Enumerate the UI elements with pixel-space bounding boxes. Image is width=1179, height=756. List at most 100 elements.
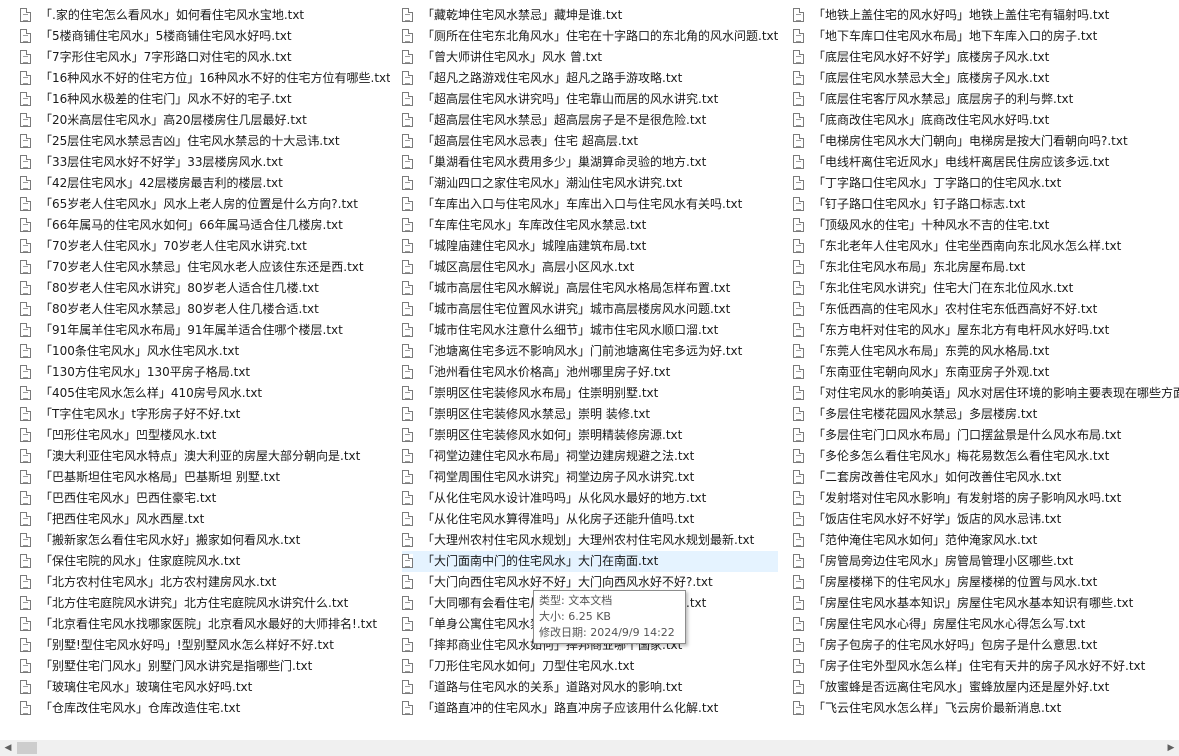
file-item[interactable]: 「饭店住宅风水好不好学」饭店的风水忌讳.txt	[793, 509, 1179, 530]
file-item[interactable]: 「7字形住宅风水」7字形路口对住宅的风水.txt	[20, 47, 390, 68]
file-item[interactable]: 「巴西住宅风水」巴西住豪宅.txt	[20, 488, 390, 509]
file-item[interactable]: 「巴基斯坦住宅风水格局」巴基斯坦 别墅.txt	[20, 467, 390, 488]
file-item[interactable]: 「从化住宅风水算得准吗」从化房子还能升值吗.txt	[402, 509, 778, 530]
file-item[interactable]: 「仓库改住宅风水」仓库改造住宅.txt	[20, 698, 390, 719]
file-item[interactable]: 「道路直冲的住宅风水」路直冲房子应该用什么化解.txt	[402, 698, 778, 719]
file-item[interactable]: 「91年属羊住宅风水布局」91年属羊适合住哪个楼层.txt	[20, 320, 390, 341]
scroll-left-arrow-icon[interactable]: ◀	[0, 740, 16, 756]
file-item[interactable]: 「130方住宅风水」130平房子格局.txt	[20, 362, 390, 383]
file-item[interactable]: 「电线杆离住宅近风水」电线杆离居民住房应该多远.txt	[793, 152, 1179, 173]
file-item[interactable]: 「玻璃住宅风水」玻璃住宅风水好吗.txt	[20, 677, 390, 698]
file-item[interactable]: 「车库出入口与住宅风水」车库出入口与住宅风水有关吗.txt	[402, 194, 778, 215]
file-item[interactable]: 「东北老年人住宅风水」住宅坐西南向东北风水怎么样.txt	[793, 236, 1179, 257]
file-item[interactable]: 「城隍庙建住宅风水」城隍庙建筑布局.txt	[402, 236, 778, 257]
file-item[interactable]: 「钉子路口住宅风水」钉子路口标志.txt	[793, 194, 1179, 215]
file-item[interactable]: 「对住宅风水的影响英语」风水对居住环境的影响主要表现在哪些方面.txt	[793, 383, 1179, 404]
file-item[interactable]: 「城市住宅风水注意什么细节」城市住宅风水顺口溜.txt	[402, 320, 778, 341]
file-item[interactable]: 「超高层住宅风水禁忌」超高层房子是不是很危险.txt	[402, 110, 778, 131]
scrollbar-thumb[interactable]	[17, 742, 37, 754]
file-item[interactable]: 「发射塔对住宅风水影响」有发射塔的房子影响风水吗.txt	[793, 488, 1179, 509]
file-item[interactable]: 「东北住宅风水布局」东北房屋布局.txt	[793, 257, 1179, 278]
file-item[interactable]: 「超凡之路游戏住宅风水」超凡之路手游攻略.txt	[402, 68, 778, 89]
file-item[interactable]: 「北方住宅庭院风水讲究」北方住宅庭院风水讲究什么.txt	[20, 593, 390, 614]
file-item[interactable]: 「42层住宅风水」42层楼房最吉利的楼层.txt	[20, 173, 390, 194]
file-item[interactable]: 「池塘离住宅多远不影响风水」门前池塘离住宅多远为好.txt	[402, 341, 778, 362]
file-item[interactable]: 「25层住宅风水禁忌吉凶」住宅风水禁忌的十大忌讳.txt	[20, 131, 390, 152]
file-item[interactable]: 「多伦多怎么看住宅风水」梅花易数怎么看住宅风水.txt	[793, 446, 1179, 467]
file-item[interactable]: 「地铁上盖住宅的风水好吗」地铁上盖住宅有辐射吗.txt	[793, 5, 1179, 26]
file-item[interactable]: 「70岁老人住宅风水」70岁老人住宅风水讲究.txt	[20, 236, 390, 257]
file-item[interactable]: 「把西住宅风水」风水西屋.txt	[20, 509, 390, 530]
file-item[interactable]: 「房子包房子的住宅风水好吗」包房子是什么意思.txt	[793, 635, 1179, 656]
horizontal-scrollbar[interactable]: ◀ ▶	[0, 740, 1179, 756]
file-item[interactable]: 「80岁老人住宅风水讲究」80岁老人适合住几楼.txt	[20, 278, 390, 299]
file-item[interactable]: 「从化住宅风水设计准吗吗」从化风水最好的地方.txt	[402, 488, 778, 509]
file-item[interactable]: 「北京看住宅风水找哪家医院」北京看风水最好的大师排名!.txt	[20, 614, 390, 635]
file-item[interactable]: 「16种风水极差的住宅门」风水不好的宅子.txt	[20, 89, 390, 110]
file-item[interactable]: 「崇明区住宅装修风水布局」住崇明别墅.txt	[402, 383, 778, 404]
file-item[interactable]: 「城市高层住宅风水解说」高层住宅风水格局怎样布置.txt	[402, 278, 778, 299]
file-item[interactable]: 「多层住宅楼花园风水禁忌」多层楼房.txt	[793, 404, 1179, 425]
file-item[interactable]: 「池州看住宅风水价格高」池州哪里房子好.txt	[402, 362, 778, 383]
file-item[interactable]: 「房屋楼梯下的住宅风水」房屋楼梯的位置与风水.txt	[793, 572, 1179, 593]
file-item[interactable]: 「多层住宅门口风水布局」门口摆盆景是什么风水布局.txt	[793, 425, 1179, 446]
file-item[interactable]: 「放蜜蜂是否远离住宅风水」蜜蜂放屋内还是屋外好.txt	[793, 677, 1179, 698]
file-item[interactable]: 「曾大师讲住宅风水」风水 曾.txt	[402, 47, 778, 68]
file-item[interactable]: 「凹形住宅风水」凹型楼风水.txt	[20, 425, 390, 446]
file-item[interactable]: 「80岁老人住宅风水禁忌」80岁老人住几楼合适.txt	[20, 299, 390, 320]
file-item[interactable]: 「范仲淹住宅风水如何」范仲淹家风水.txt	[793, 530, 1179, 551]
file-item[interactable]: 「.家的住宅怎么看风水」如何看住宅风水宝地.txt	[20, 5, 390, 26]
file-item[interactable]: 「100条住宅风水」风水住宅风水.txt	[20, 341, 390, 362]
file-item[interactable]: 「别墅!型住宅风水好吗」!型别墅风水怎么样好不好.txt	[20, 635, 390, 656]
file-item[interactable]: 「祠堂边建住宅风水布局」祠堂边建房规避之法.txt	[402, 446, 778, 467]
file-item[interactable]: 「5楼商铺住宅风水」5楼商铺住宅风水好吗.txt	[20, 26, 390, 47]
file-item[interactable]: 「刀形住宅风水如何」刀型住宅风水.txt	[402, 656, 778, 677]
file-item[interactable]: 「城市高层住宅位置风水讲究」城市高层楼房风水问题.txt	[402, 299, 778, 320]
file-item[interactable]: 「崇明区住宅装修风水禁忌」崇明 装修.txt	[402, 404, 778, 425]
file-item[interactable]: 「405住宅风水怎么样」410房号风水.txt	[20, 383, 390, 404]
file-item[interactable]: 「房管局旁边住宅风水」房管局管理小区哪些.txt	[793, 551, 1179, 572]
file-item[interactable]: 「搬新家怎么看住宅风水好」搬家如何看风水.txt	[20, 530, 390, 551]
file-item[interactable]: 「东方电杆对住宅的风水」屋东北方有电杆风水好吗.txt	[793, 320, 1179, 341]
file-item[interactable]: 「车库住宅风水」车库改住宅风水禁忌.txt	[402, 215, 778, 236]
file-item[interactable]: 「飞云住宅风水怎么样」飞云房价最新消息.txt	[793, 698, 1179, 719]
scroll-right-arrow-icon[interactable]: ▶	[1163, 740, 1179, 756]
file-item[interactable]: 「道路与住宅风水的关系」道路对风水的影响.txt	[402, 677, 778, 698]
file-item[interactable]: 「别墅住宅门风水」别墅门风水讲究是指哪些门.txt	[20, 656, 390, 677]
file-item[interactable]: 「T字住宅风水」t字形房子好不好.txt	[20, 404, 390, 425]
file-item[interactable]: 「房子住宅外型风水怎么样」住宅有天井的房子风水好不好.txt	[793, 656, 1179, 677]
file-item[interactable]: 「底层住宅风水好不好学」底楼房子风水.txt	[793, 47, 1179, 68]
file-item[interactable]: 「崇明区住宅装修风水如何」崇明精装修房源.txt	[402, 425, 778, 446]
file-item[interactable]: 「厕所在住宅东北角风水」住宅在十字路口的东北角的风水问题.txt	[402, 26, 778, 47]
file-item[interactable]: 「房屋住宅风水基本知识」房屋住宅风水基本知识有哪些.txt	[793, 593, 1179, 614]
file-item[interactable]: 「20米高层住宅风水」高20层楼房住几层最好.txt	[20, 110, 390, 131]
file-item[interactable]: 「大门面南中门的住宅风水」大门在南面.txt	[402, 551, 778, 572]
file-item[interactable]: 「东莞人住宅风水布局」东莞的风水格局.txt	[793, 341, 1179, 362]
file-item[interactable]: 「保住宅院的风水」住家庭院风水.txt	[20, 551, 390, 572]
file-item[interactable]: 「东南亚住宅朝向风水」东南亚房子外观.txt	[793, 362, 1179, 383]
file-item[interactable]: 「65岁老人住宅风水」风水上老人房的位置是什么方向?.txt	[20, 194, 390, 215]
file-item[interactable]: 「底层住宅风水禁忌大全」底楼房子风水.txt	[793, 68, 1179, 89]
file-item[interactable]: 「地下车库口住宅风水布局」地下车库入口的房子.txt	[793, 26, 1179, 47]
file-item[interactable]: 「超高层住宅风水讲究吗」住宅靠山而居的风水讲究.txt	[402, 89, 778, 110]
file-item[interactable]: 「底商改住宅风水」底商改住宅风水好吗.txt	[793, 110, 1179, 131]
file-item[interactable]: 「66年属马的住宅风水如何」66年属马适合住几楼房.txt	[20, 215, 390, 236]
file-item[interactable]: 「顶级风水的住宅」十种风水不吉的住宅.txt	[793, 215, 1179, 236]
file-item[interactable]: 「城区高层住宅风水」高层小区风水.txt	[402, 257, 778, 278]
file-item[interactable]: 「潮汕四口之家住宅风水」潮汕住宅风水讲究.txt	[402, 173, 778, 194]
file-item[interactable]: 「二套房改善住宅风水」如何改善住宅风水.txt	[793, 467, 1179, 488]
file-item[interactable]: 「16种风水不好的住宅方位」16种风水不好的住宅方位有哪些.txt	[20, 68, 390, 89]
file-item[interactable]: 「超高层住宅风水忌表」住宅 超高层.txt	[402, 131, 778, 152]
file-item[interactable]: 「底层住宅客厅风水禁忌」底层房子的利与弊.txt	[793, 89, 1179, 110]
file-item[interactable]: 「东北住宅风水讲究」住宅大门在东北位风水.txt	[793, 278, 1179, 299]
file-item[interactable]: 「东低西高的住宅风水」农村住宅东低西高好不好.txt	[793, 299, 1179, 320]
file-item[interactable]: 「33层住宅风水好不好学」33层楼房风水.txt	[20, 152, 390, 173]
file-item[interactable]: 「70岁老人住宅风水禁忌」住宅风水老人应该住东还是西.txt	[20, 257, 390, 278]
file-item[interactable]: 「藏乾坤住宅风水禁忌」藏坤是谁.txt	[402, 5, 778, 26]
file-item[interactable]: 「巢湖看住宅风水费用多少」巢湖算命灵验的地方.txt	[402, 152, 778, 173]
file-item[interactable]: 「澳大利亚住宅风水特点」澳大利亚的房屋大部分朝向是.txt	[20, 446, 390, 467]
file-item[interactable]: 「房屋住宅风水心得」房屋住宅风水心得怎么写.txt	[793, 614, 1179, 635]
file-item[interactable]: 「北方农村住宅风水」北方农村建房风水.txt	[20, 572, 390, 593]
file-item[interactable]: 「大理州农村住宅风水规划」大理州农村住宅风水规划最新.txt	[402, 530, 778, 551]
file-item[interactable]: 「电梯房住宅风水大门朝向」电梯房是按大门看朝向吗?.txt	[793, 131, 1179, 152]
